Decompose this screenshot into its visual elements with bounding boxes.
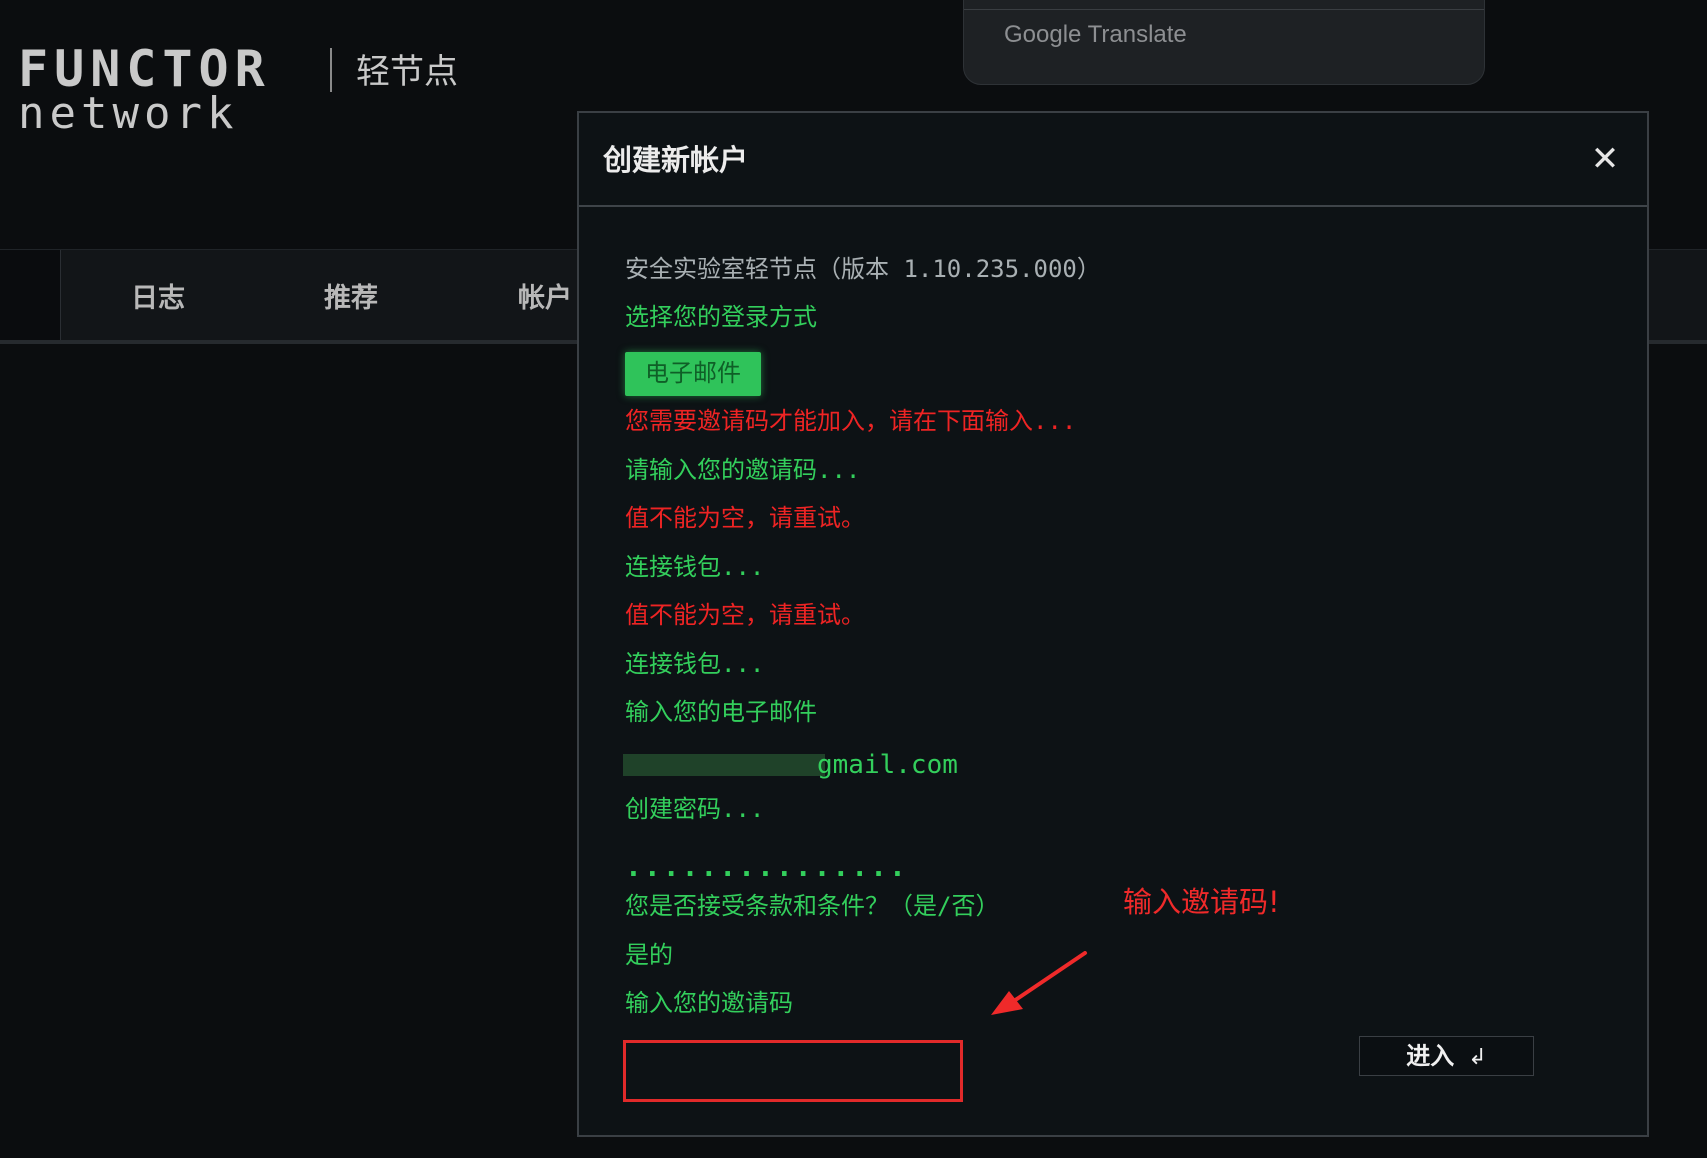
enter-return-icon: ↲ — [1468, 1045, 1487, 1070]
console-line-connect-wallet-2: 连接钱包... — [625, 650, 765, 678]
nav-item-account[interactable]: 帐户 — [518, 276, 572, 315]
logo-divider — [330, 48, 332, 92]
enter-button[interactable]: 进入 ↲ — [1359, 1036, 1534, 1076]
console-line-invite-required: 您需要邀请码才能加入，请在下面输入... — [625, 407, 1077, 435]
annotation-text: 输入邀请码! — [1123, 885, 1280, 919]
console-line-create-password: 创建密码... — [625, 795, 765, 823]
console-line-enter-invite-prompt: 输入您的邀请码 — [625, 989, 793, 1017]
console-line-yes: 是的 — [625, 941, 673, 969]
nav-item-referral[interactable]: 推荐 — [324, 276, 378, 315]
functor-logo: FUNCTOR network — [18, 42, 271, 139]
close-button[interactable]: ✕ — [1583, 137, 1627, 181]
console-line-enter-invite: 请输入您的邀请码... — [625, 456, 861, 484]
email-suffix: gmail.com — [817, 750, 958, 780]
google-translate-popup: Google Translate — [963, 0, 1485, 85]
console-line-accept-terms: 您是否接受条款和条件？（是/否） — [625, 892, 1000, 920]
console-line-enter-email: 输入您的电子邮件 — [625, 698, 817, 726]
console-line-version: 安全实验室轻节点（版本 1.10.235.000） — [625, 255, 1101, 283]
modal-header: 创建新帐户 ✕ — [579, 113, 1647, 207]
email-redacted-block — [623, 754, 825, 776]
modal-title: 创建新帐户 — [603, 143, 749, 177]
enter-button-label: 进入 — [1406, 1041, 1455, 1070]
nav-left-block — [0, 250, 61, 340]
annotation-arrow-icon — [991, 951, 1087, 1015]
console-line-empty-error-1: 值不能为空，请重试。 — [625, 504, 865, 532]
console-line-choose-login: 选择您的登录方式 — [625, 303, 817, 331]
console-line-connect-wallet-1: 连接钱包... — [625, 553, 765, 581]
popup-divider — [964, 9, 1484, 10]
create-account-modal: 创建新帐户 ✕ 安全实验室轻节点（版本 1.10.235.000） 选择您的登录… — [577, 111, 1649, 1137]
password-mask: ............... — [625, 850, 908, 883]
logo-tagline: 轻节点 — [356, 52, 458, 92]
nav-item-log[interactable]: 日志 — [131, 276, 185, 315]
email-login-option-button[interactable]: 电子邮件 — [625, 352, 761, 396]
console-line-empty-error-2: 值不能为空，请重试。 — [625, 601, 865, 629]
logo-sub-text: network — [18, 88, 239, 139]
google-translate-brand: Google Translate — [1004, 21, 1187, 48]
invite-code-input[interactable] — [623, 1040, 963, 1102]
entered-email-value: gmail.com — [623, 750, 958, 784]
